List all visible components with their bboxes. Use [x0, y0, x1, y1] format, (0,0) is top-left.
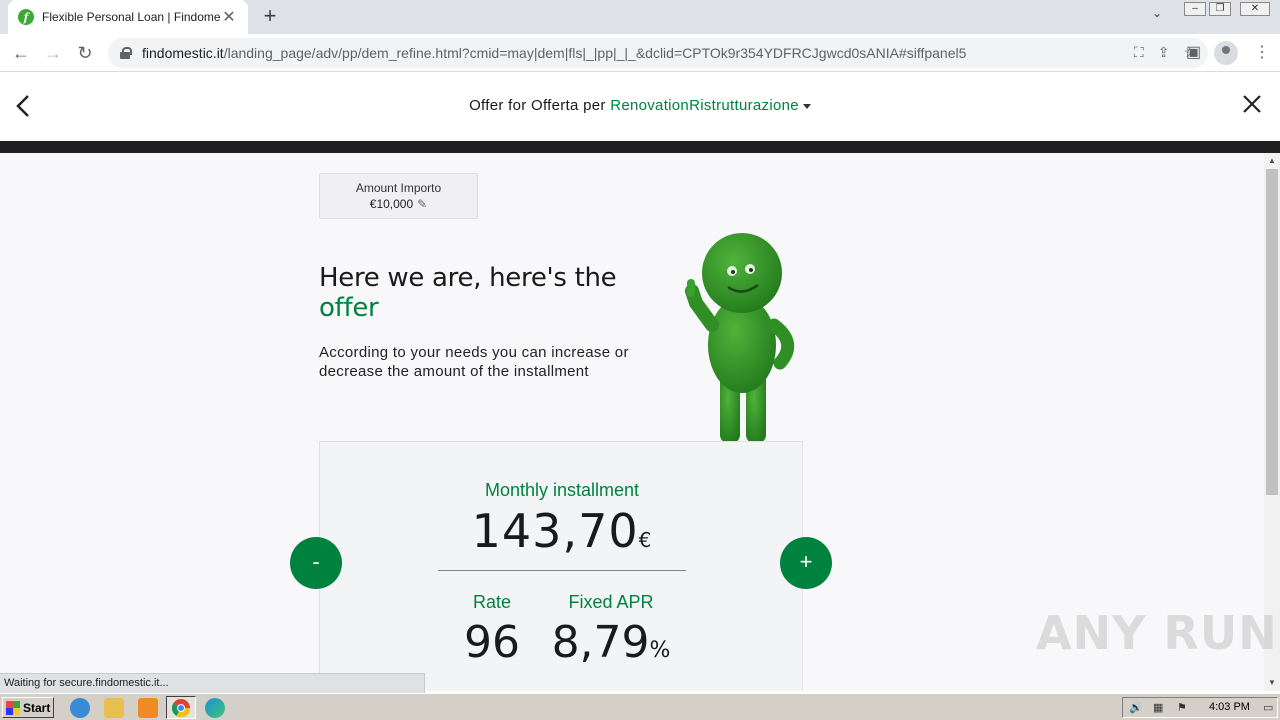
browser-toolbar: ← → ↻ findomestic.it/landing_page/adv/pp…: [0, 34, 1280, 72]
url-text: findomestic.it/landing_page/adv/pp/dem_r…: [142, 45, 967, 61]
rate-value: 96: [464, 617, 520, 668]
chrome-icon: [172, 699, 190, 718]
scroll-thumb[interactable]: [1266, 169, 1278, 495]
forward-icon[interactable]: →: [40, 40, 66, 66]
monthly-installment-label: Monthly installment: [484, 480, 640, 500]
offer-card: Monthly installment 143,70€ Rate 96 Fixe…: [319, 441, 803, 691]
increase-installment-button[interactable]: +: [780, 537, 832, 589]
rate-label: Rate: [472, 592, 512, 612]
system-tray: 🔊 ▦ ⚑ 4:03 PM ▭: [1122, 697, 1278, 718]
findomestic-favicon-icon: f: [18, 9, 34, 25]
tab-close-icon[interactable]: ✕: [220, 7, 238, 27]
amount-value: €10,000: [369, 197, 414, 211]
page-header: Offer for Offerta per RenovationRistrutt…: [0, 72, 1280, 141]
minimize-button[interactable]: –: [1184, 2, 1206, 16]
show-desktop-icon[interactable]: ▭: [1263, 702, 1277, 714]
currency-symbol: €: [638, 528, 653, 552]
explorer-folder-icon[interactable]: [104, 698, 124, 718]
address-bar[interactable]: findomestic.it/landing_page/adv/pp/dem_r…: [108, 38, 1208, 68]
chrome-taskbar-button[interactable]: [166, 696, 196, 719]
action-center-flag-icon[interactable]: ⚑: [1177, 702, 1191, 714]
media-player-icon[interactable]: [138, 698, 158, 718]
ie-icon[interactable]: [70, 698, 90, 718]
translate-icon[interactable]: ⛶: [1134, 44, 1144, 61]
reload-icon[interactable]: ↻: [72, 40, 98, 66]
tab-search-chevron-icon[interactable]: ⌄: [1152, 6, 1162, 20]
caret-down-icon[interactable]: [802, 103, 811, 109]
network-icon[interactable]: ▦: [1153, 702, 1167, 714]
offer-subtext: According to your needs you can increase…: [319, 344, 629, 380]
header-title-prefix: Offer for Offerta per: [469, 97, 611, 114]
fixed-apr-label: Fixed APR: [568, 592, 654, 612]
percent-unit: %: [649, 638, 671, 663]
windows-logo-icon: [6, 700, 20, 715]
new-tab-button[interactable]: +: [258, 4, 282, 28]
browser-tab[interactable]: f Flexible Personal Loan | Findomestic ✕: [8, 0, 248, 34]
edge-icon[interactable]: [205, 698, 225, 718]
monthly-installment-value: 143,70€: [471, 504, 653, 558]
lock-icon[interactable]: [120, 47, 132, 59]
anyrun-watermark: ANY RUN: [1036, 606, 1278, 660]
volume-icon[interactable]: 🔊: [1129, 702, 1143, 714]
restore-button[interactable]: ❐: [1209, 2, 1231, 16]
back-icon[interactable]: ←: [8, 40, 34, 66]
amount-label: Amount Importo: [355, 181, 442, 195]
header-title-category: RenovationRistrutturazione: [610, 97, 799, 114]
profile-avatar-icon[interactable]: [1214, 41, 1238, 65]
decrease-installment-button[interactable]: -: [290, 537, 342, 589]
fixed-apr-value: 8,79%: [551, 617, 671, 668]
taskbar-clock: 4:03 PM: [1209, 701, 1250, 713]
scroll-up-arrow-icon[interactable]: ▲: [1264, 153, 1280, 169]
side-panel-icon[interactable]: ▣: [1186, 42, 1201, 62]
amount-box[interactable]: Amount Importo €10,000 ✎: [319, 173, 478, 219]
window-close-button[interactable]: ✕: [1240, 2, 1270, 16]
headline-text: Here we are, here's the: [319, 263, 617, 293]
pencil-edit-icon[interactable]: ✎: [417, 197, 427, 211]
browser-tab-bar: f Flexible Personal Loan | Findomestic ✕…: [0, 0, 1280, 34]
menu-kebab-icon[interactable]: ⋮: [1254, 42, 1270, 62]
offer-divider: [438, 570, 686, 571]
header-title[interactable]: Offer for Offerta per RenovationRistrutt…: [0, 97, 1280, 114]
page-close-icon[interactable]: [1242, 94, 1262, 119]
tab-title: Flexible Personal Loan | Findomestic: [42, 10, 220, 24]
headline-green-text: offer: [319, 293, 379, 323]
status-bubble: Waiting for secure.findomestic.it...: [0, 673, 425, 693]
start-label: Start: [23, 700, 51, 715]
windows-taskbar: Start 🔊 ▦ ⚑ 4:03 PM ▭: [0, 693, 1280, 720]
offer-headline: Here we are, here's the offer: [319, 263, 617, 323]
start-button[interactable]: Start: [2, 697, 54, 718]
green-mascot-image: [676, 233, 806, 443]
header-divider-band: [0, 141, 1280, 153]
share-icon[interactable]: ⇪: [1158, 44, 1170, 61]
scroll-down-arrow-icon[interactable]: ▼: [1264, 675, 1280, 691]
